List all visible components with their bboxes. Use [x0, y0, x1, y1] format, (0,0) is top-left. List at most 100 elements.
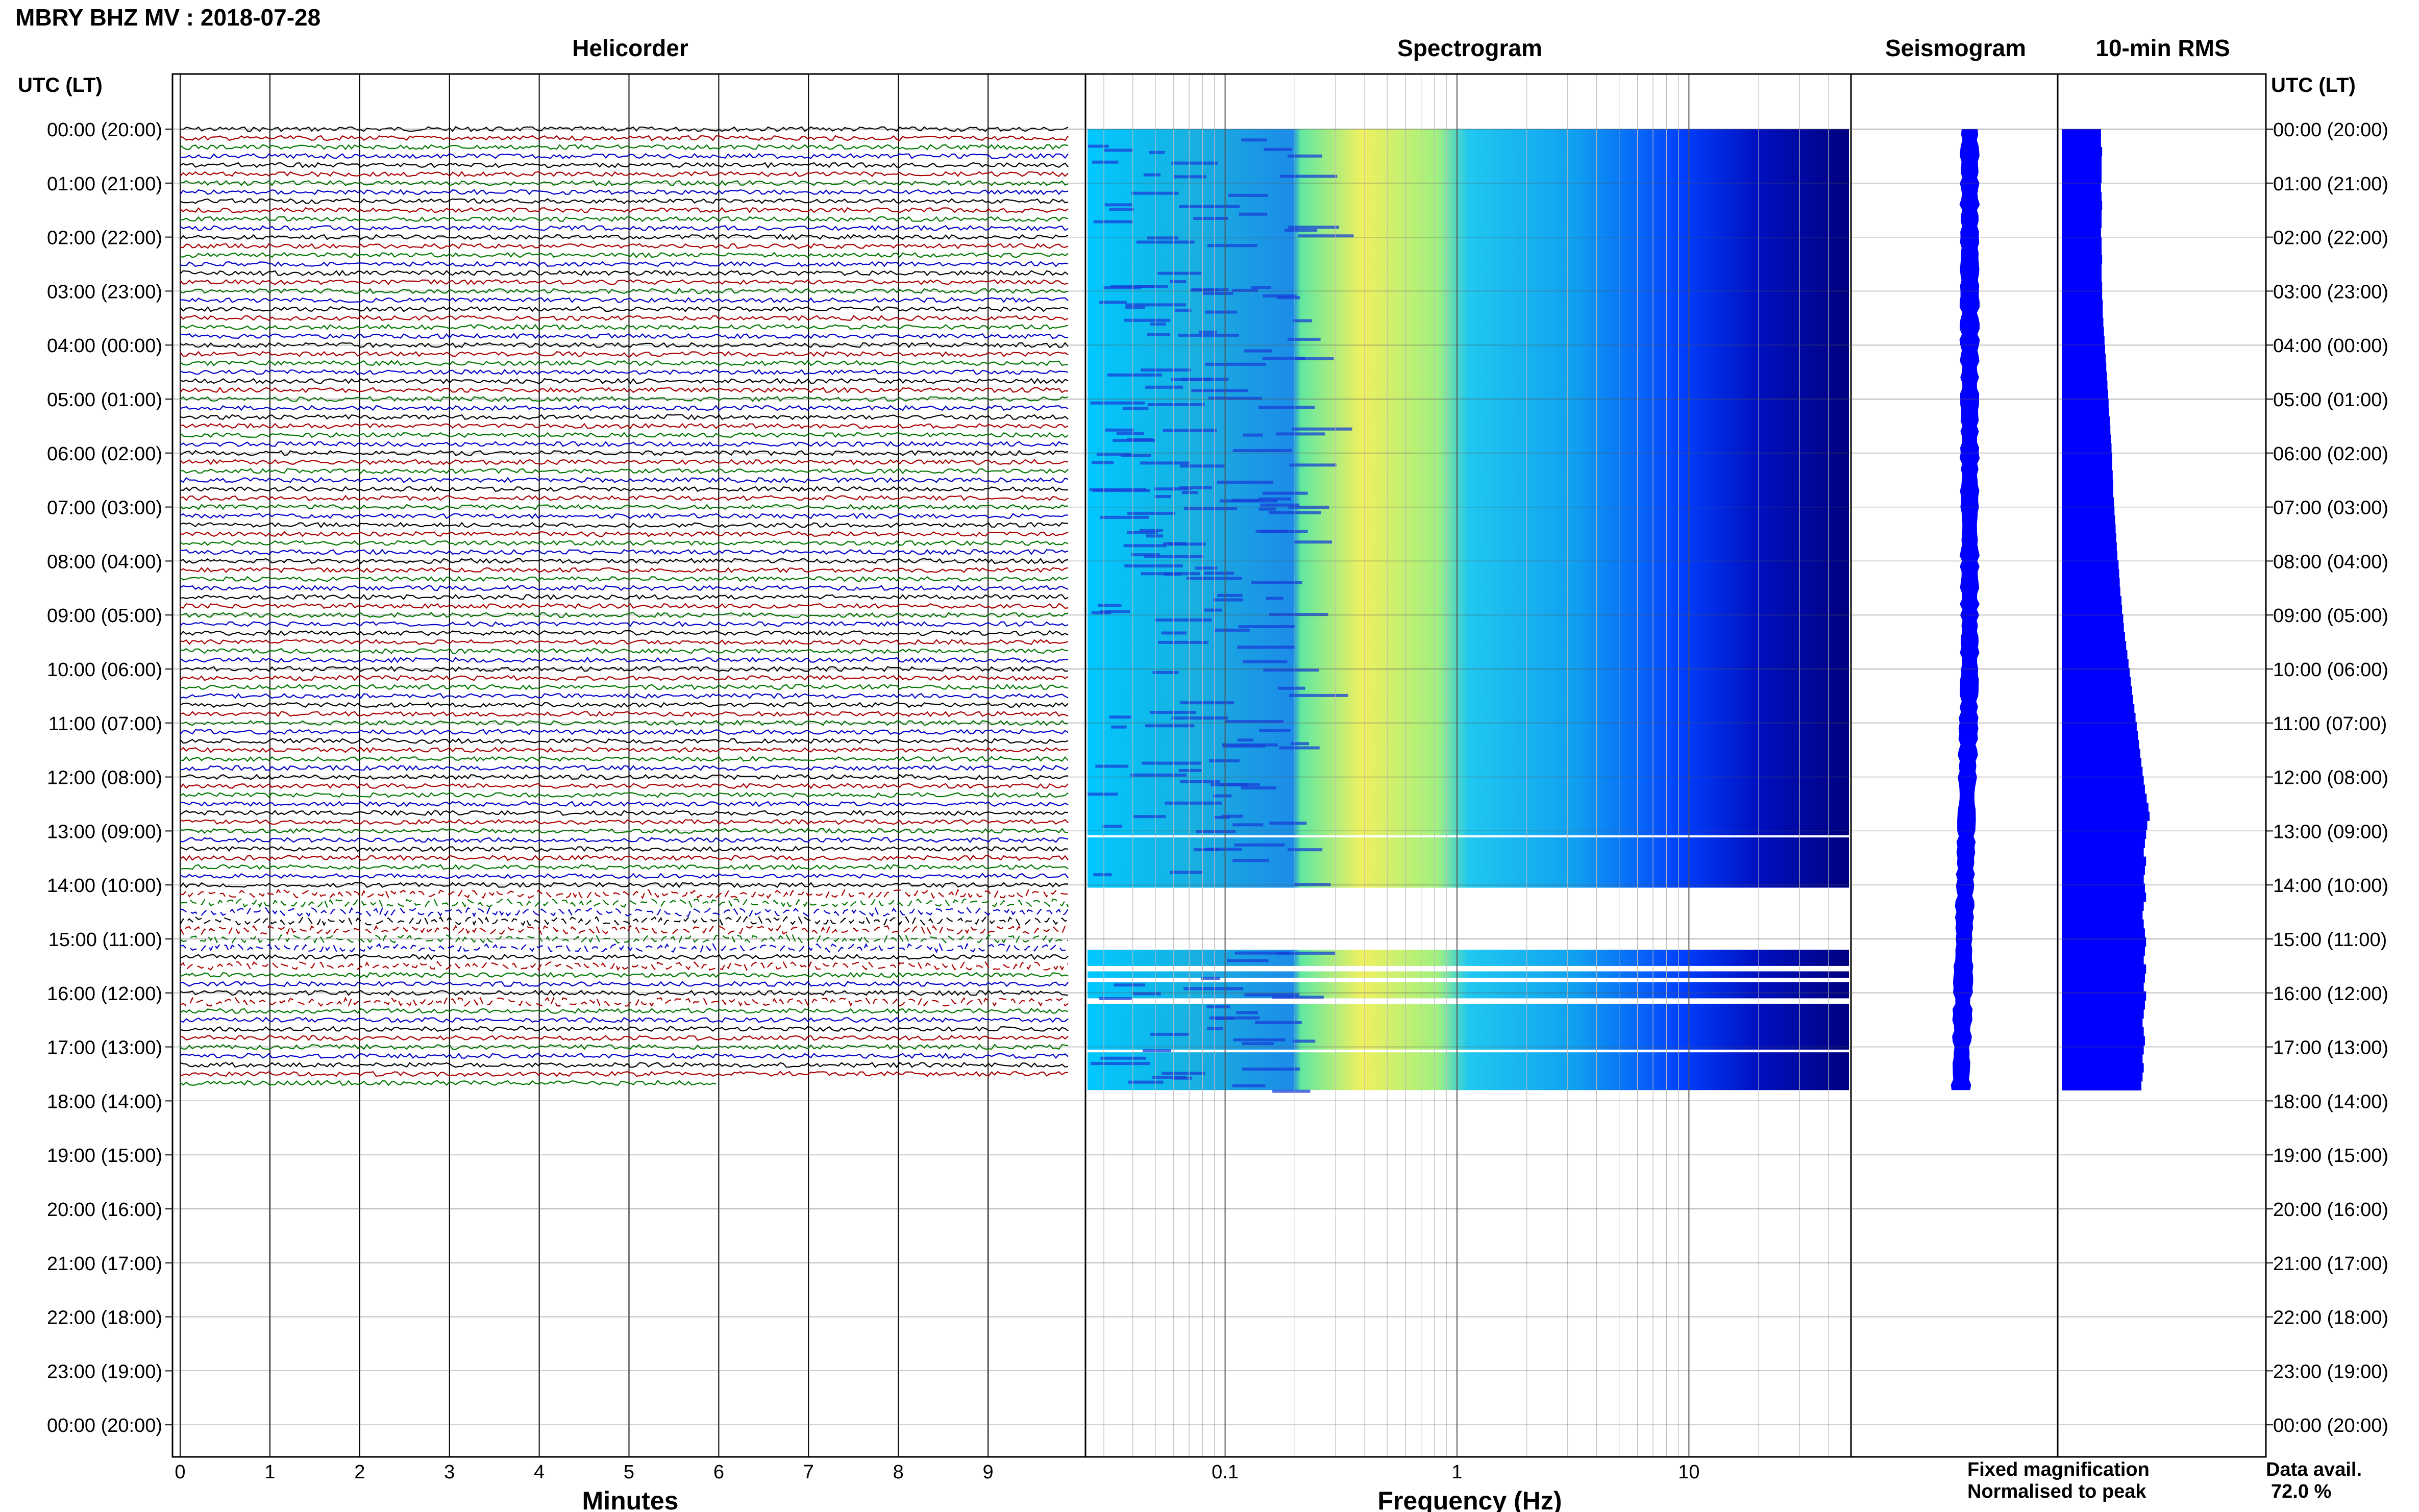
spectrogram-speckle: [1241, 786, 1276, 790]
spectrogram-speckle: [1170, 280, 1187, 284]
rms-bar: [2062, 129, 2101, 139]
rms-bar: [2062, 695, 2133, 705]
spectrogram-speckle: [1158, 640, 1208, 644]
spectrogram-speckle: [1288, 337, 1321, 341]
rms-bar: [2062, 632, 2125, 641]
spectrogram-speckle: [1100, 515, 1149, 519]
spectrogram-speckle: [1232, 859, 1269, 862]
minute-tick-label: 7: [803, 1461, 814, 1483]
rms-bar: [2062, 138, 2101, 147]
rms-bar: [2062, 1009, 2144, 1019]
helicorder-trace: [180, 468, 1069, 475]
panel-title-spectrogram: Spectrogram: [1397, 35, 1542, 61]
rms-bar: [2062, 219, 2102, 229]
minute-tick-label: 6: [713, 1461, 724, 1483]
spectrogram-speckle: [1292, 427, 1352, 431]
time-tick-label-left: 05:00 (01:00): [47, 389, 162, 411]
seismogram-trace: [1951, 129, 1980, 1090]
spectrogram-speckle: [1181, 378, 1229, 381]
time-tick-label-left: 18:00 (14:00): [47, 1091, 162, 1112]
rms-bar: [2062, 596, 2122, 606]
spectrogram-speckle: [1244, 349, 1272, 353]
helicorder-trace: [180, 459, 1069, 465]
legend-normalised-to-peak: Normalised to peak: [1967, 1481, 2146, 1502]
rms-bar: [2062, 327, 2104, 336]
spectrogram-speckle: [1242, 660, 1288, 663]
time-tick-label-right: 04:00 (00:00): [2273, 335, 2388, 357]
time-tick-label-right: 10:00 (06:00): [2273, 659, 2388, 681]
rms-bar: [2062, 362, 2107, 372]
minute-tick-label: 9: [983, 1461, 994, 1483]
spectrogram-speckle: [1163, 429, 1217, 432]
spectrogram-speckle: [1111, 725, 1127, 729]
helicorder-trace: [180, 960, 1069, 971]
rms-bar: [2062, 928, 2145, 938]
spectrogram-speckle: [1102, 825, 1123, 828]
spectrogram-speckle: [1258, 406, 1315, 409]
spectrogram-speckle: [1207, 244, 1257, 247]
spectrogram-speckle: [1202, 291, 1233, 295]
spectrogram-speckle: [1088, 792, 1118, 796]
spectrogram-speckle: [1224, 396, 1262, 400]
rms-panel: [2062, 129, 2150, 1090]
spectrogram-speckle: [1242, 1068, 1300, 1071]
spectrogram-band: [1088, 129, 1849, 835]
spectrogram-speckle: [1204, 608, 1222, 612]
rms-bar: [2062, 201, 2103, 211]
seismogram-frame: [1850, 73, 2059, 1458]
rms-bar: [2062, 704, 2135, 713]
helicorder-trace: [180, 1007, 1069, 1014]
rms-bar: [2062, 354, 2106, 363]
time-tick-label-right: 12:00 (08:00): [2273, 767, 2388, 789]
spectrogram-speckle: [1204, 572, 1234, 575]
spectrogram-speckle: [1099, 301, 1127, 304]
spectrogram-speckle: [1279, 746, 1320, 750]
rms-bar: [2062, 309, 2103, 318]
rms-bar: [2062, 542, 2117, 552]
spectrogram-speckle: [1107, 373, 1162, 377]
helicorder-trace: [180, 296, 1069, 303]
rms-bar: [2062, 982, 2144, 992]
time-tick-label-right: 15:00 (11:00): [2273, 929, 2387, 951]
time-tick-label-left: 17:00 (13:00): [47, 1037, 162, 1059]
spectrogram-speckle: [1180, 464, 1225, 468]
spectrogram-speckle: [1214, 1017, 1234, 1020]
spectrogram-speckle: [1116, 432, 1144, 435]
rms-bar: [2062, 614, 2124, 624]
rms-bar: [2062, 560, 2119, 570]
helicorder-trace: [180, 324, 1069, 331]
time-tick-label-left: 06:00 (02:00): [47, 443, 162, 465]
spectrogram-speckle: [1279, 175, 1338, 178]
rms-bar: [2062, 282, 2103, 291]
time-tick-label-right: 20:00 (16:00): [2273, 1199, 2388, 1221]
spectrogram-speckle: [1231, 499, 1260, 502]
helicorder-trace: [180, 915, 1069, 927]
x-axis-label-frequency: Frequency (Hz): [1377, 1486, 1562, 1512]
spectrogram-speckle: [1269, 822, 1307, 825]
spectrogram-speckle: [1241, 138, 1267, 142]
helicorder-trace: [180, 783, 1069, 789]
time-tick-label-left: 16:00 (12:00): [47, 983, 162, 1005]
rms-bar: [2062, 183, 2101, 192]
time-tick-label-left: 09:00 (05:00): [47, 605, 162, 627]
time-tick-label-right: 18:00 (14:00): [2273, 1091, 2388, 1112]
helicorder-trace: [180, 809, 1069, 816]
rms-bar: [2062, 497, 2114, 507]
chart-title: MBRY BHZ MV : 2018-07-28: [15, 4, 320, 31]
spectrogram-speckle: [1105, 428, 1134, 432]
time-tick-label-left: 12:00 (08:00): [47, 767, 162, 789]
spectrogram-speckle: [1145, 724, 1195, 728]
rms-bar: [2062, 955, 2144, 965]
spectrogram-speckle: [1109, 715, 1131, 719]
helicorder-trace: [180, 729, 1069, 735]
spectrogram-speckle: [1276, 432, 1325, 436]
helicorder-trace: [180, 333, 1069, 339]
rms-bar: [2062, 290, 2103, 301]
spectrogram-panel: [1088, 74, 1852, 1457]
rms-bar: [2062, 758, 2142, 767]
time-tick-label-left: 14:00 (10:00): [47, 875, 162, 897]
rms-bar: [2062, 668, 2130, 678]
rms-bar: [2062, 794, 2147, 803]
rms-bar: [2062, 1063, 2144, 1073]
rms-bar: [2062, 811, 2150, 821]
